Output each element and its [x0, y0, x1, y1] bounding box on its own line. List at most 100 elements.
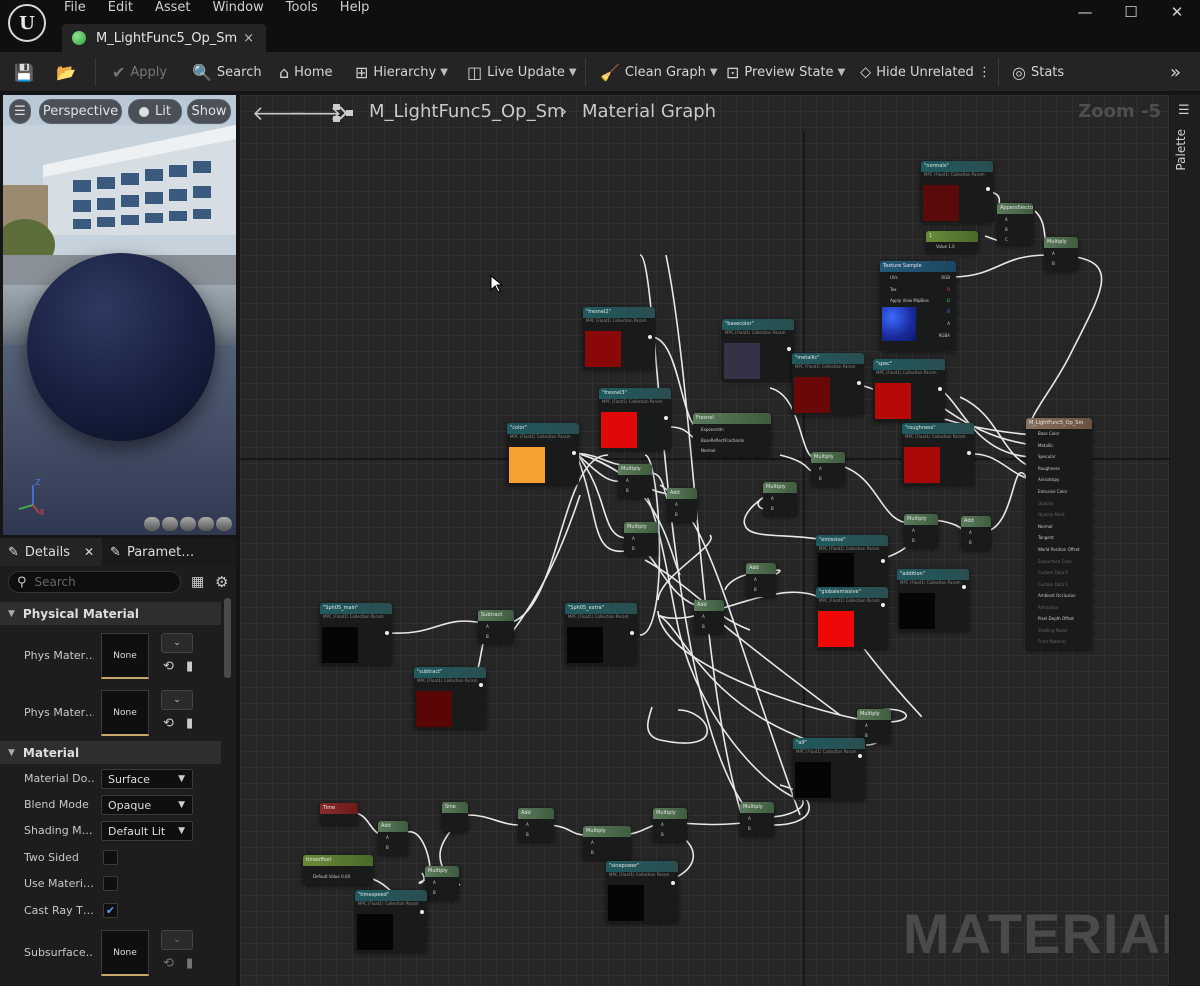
use-material-checkbox[interactable] — [103, 876, 118, 891]
stats-button[interactable]: ◎ Stats — [1012, 52, 1064, 92]
close-icon[interactable]: ✕ — [84, 545, 94, 559]
gear-icon[interactable]: ⚙ — [215, 573, 228, 591]
use-selected-icon[interactable]: ⟲ — [163, 716, 174, 731]
menu-edit[interactable]: Edit — [108, 0, 133, 16]
asset-thumbnail[interactable]: None — [101, 633, 149, 679]
node-timespeed[interactable]: "timespeed" MPC (Float1) Collection Param — [355, 890, 427, 952]
node-material-result[interactable]: M_LightFunc5_Op_Sm Base Color Metallic S… — [1026, 418, 1092, 650]
hierarchy-button[interactable]: ⊞ Hierarchy ▼ — [355, 52, 448, 92]
palette-tab[interactable]: Palette — [1174, 129, 1188, 171]
use-selected-icon[interactable]: ⟲ — [163, 956, 174, 971]
apply-button[interactable]: ✔ Apply — [112, 52, 167, 92]
node-multiply[interactable]: Multiply A B — [653, 808, 687, 842]
node-add[interactable]: Add A B — [378, 821, 408, 855]
close-window-button[interactable]: ✕ — [1154, 0, 1200, 24]
menu-help[interactable]: Help — [340, 0, 370, 16]
node-normals[interactable]: "normals" MPC (Float1) Collection Param — [921, 161, 993, 223]
menu-tools[interactable]: Tools — [286, 0, 318, 16]
cast-ray-checkbox[interactable]: ✔ — [103, 903, 118, 918]
cube-mesh-icon[interactable] — [198, 517, 214, 531]
node-emissive[interactable]: "emissive" MPC (Float1) Collection Param — [816, 535, 888, 591]
unreal-logo-icon[interactable]: U — [8, 4, 46, 42]
node-add[interactable]: Add A B — [746, 563, 776, 597]
chevron-down-icon[interactable]: ⌄ — [161, 930, 193, 950]
browse-icon[interactable]: ▮ — [186, 956, 193, 971]
node-multiply[interactable]: Multiply A B — [811, 452, 845, 486]
node-multiply[interactable]: Multiply A B — [763, 482, 797, 516]
menu-asset[interactable]: Asset — [155, 0, 191, 16]
maximize-button[interactable]: ☐ — [1108, 0, 1154, 24]
node-fresnel[interactable]: Fresnel ExponentIn BaseReflectFractionIn No… — [693, 413, 771, 457]
node-time[interactable]: Time — [320, 803, 358, 825]
node-add[interactable]: Add A B — [518, 808, 554, 842]
node-metallic[interactable]: "metallic" MPC (Float1) Collection Param — [792, 353, 864, 415]
material-graph-canvas[interactable]: 🡐 🡒 M_LightFunc5_Op_Sm › Material Graph … — [240, 95, 1169, 986]
node-timeoffset[interactable]: timeoffset Default Value 0.04 — [303, 855, 373, 885]
menu-window[interactable]: Window — [213, 0, 264, 16]
breadcrumb-graph[interactable]: Material Graph — [582, 101, 716, 122]
asset-thumbnail[interactable]: None — [101, 690, 149, 736]
minimize-button[interactable]: — — [1062, 0, 1108, 24]
hide-unrelated-button[interactable]: ⬦ Hide Unrelated — [860, 52, 974, 92]
node-addition[interactable]: "addition" MPC (Float1) Collection Param — [897, 569, 969, 631]
hierarchy-icon[interactable] — [332, 103, 354, 123]
viewport-menu-icon[interactable]: ☰ — [9, 99, 31, 124]
shading-model-select[interactable]: Default Lit ▼ — [101, 821, 193, 841]
browse-button[interactable]: 📂 — [56, 52, 81, 92]
search-button[interactable]: 🔍 Search — [192, 52, 262, 92]
show-button[interactable]: Show — [187, 99, 231, 124]
save-button[interactable]: 💾 — [14, 52, 39, 92]
node-fresnel2[interactable]: "fresnel2" MPC (Float1) Collection Param — [583, 307, 655, 369]
asset-thumbnail[interactable]: None — [101, 930, 149, 976]
tab-details[interactable]: ✎ Details ✕ — [0, 538, 103, 566]
teapot-mesh-icon[interactable] — [216, 517, 232, 531]
node-basecolor[interactable]: "basecolor" MPC (Float1) Collection Param — [722, 319, 794, 381]
expand-toolbar-icon[interactable]: » — [1170, 52, 1181, 92]
node-multiply[interactable]: Multiply A B — [904, 514, 938, 548]
node-multiply[interactable]: Multiply A B — [624, 522, 658, 556]
node-add[interactable]: Add A B — [667, 488, 697, 522]
breadcrumb-asset[interactable]: M_LightFunc5_Op_Sm — [369, 101, 565, 122]
node-roughness[interactable]: "roughness" MPC (Float1) Collection Param — [902, 423, 974, 485]
node-add[interactable]: Add A B — [694, 600, 724, 634]
node-color[interactable]: "color" MPC (Float1) Collection Param — [507, 423, 579, 485]
node-multiply[interactable]: Multiply A B — [740, 802, 774, 836]
material-domain-select[interactable]: Surface ▼ — [101, 769, 193, 789]
clean-graph-button[interactable]: 🧹 Clean Graph ▼ — [600, 52, 718, 92]
browse-icon[interactable]: ▮ — [186, 716, 193, 731]
chevron-down-icon[interactable]: ⌄ — [161, 690, 193, 710]
palette-list-icon[interactable]: ☰ — [1178, 103, 1190, 118]
node-globalemissive[interactable]: "globalemissive" MPC (Float1) Collection … — [816, 587, 888, 649]
node-subtract-param[interactable]: "subtract" MPC (Float1) Collection Param — [414, 667, 486, 729]
two-sided-checkbox[interactable] — [103, 850, 118, 865]
live-update-button[interactable]: ◫ Live Update ▼ — [467, 52, 577, 92]
tab-parameters[interactable]: ✎ Paramet… — [102, 538, 202, 566]
node-alf[interactable]: "alf" MPC (Float1) Collection Param — [793, 738, 865, 800]
node-spec[interactable]: "spec" MPC (Float1) Collection Param — [873, 359, 945, 421]
table-view-icon[interactable]: ▦ — [191, 574, 204, 590]
browse-icon[interactable]: ▮ — [186, 659, 193, 674]
node-append[interactable]: AppendVector A B C — [997, 203, 1033, 245]
perspective-button[interactable]: Perspective — [39, 99, 122, 124]
node-sph-main[interactable]: "Sph05_main" MPC (Float1) Collection Para… — [320, 603, 392, 665]
preview-viewport[interactable]: ☰ Perspective Lit Show Z X — [3, 95, 236, 535]
scrollbar[interactable] — [224, 598, 231, 678]
node-sinepower[interactable]: "sinepower" MPC (Float1) Collection Param — [606, 861, 678, 923]
sphere-mesh-icon[interactable] — [162, 517, 178, 531]
preview-state-button[interactable]: ⊡ Preview State ▼ — [726, 52, 845, 92]
more-options-icon[interactable]: ⋮ — [978, 52, 991, 92]
use-selected-icon[interactable]: ⟲ — [163, 659, 174, 674]
blend-mode-select[interactable]: Opaque ▼ — [101, 795, 193, 815]
details-search-input[interactable]: ⚲ Search — [8, 571, 181, 593]
plane-mesh-icon[interactable] — [180, 517, 196, 531]
lit-button[interactable]: Lit — [128, 99, 182, 124]
chevron-down-icon[interactable]: ⌄ — [161, 633, 193, 653]
tab-close-icon[interactable]: × — [243, 31, 254, 46]
category-physical-material[interactable]: ▼ Physical Material — [0, 602, 221, 625]
node-multiply[interactable]: Multiply A B — [425, 866, 459, 900]
cylinder-mesh-icon[interactable] — [144, 517, 160, 531]
node-sine[interactable]: Sine — [442, 802, 468, 832]
node-multiply[interactable]: Multiply A B — [1044, 237, 1078, 271]
node-constant[interactable]: 1 Value 1.0 — [926, 231, 978, 253]
node-subtract[interactable]: Subtract A B — [478, 610, 514, 644]
